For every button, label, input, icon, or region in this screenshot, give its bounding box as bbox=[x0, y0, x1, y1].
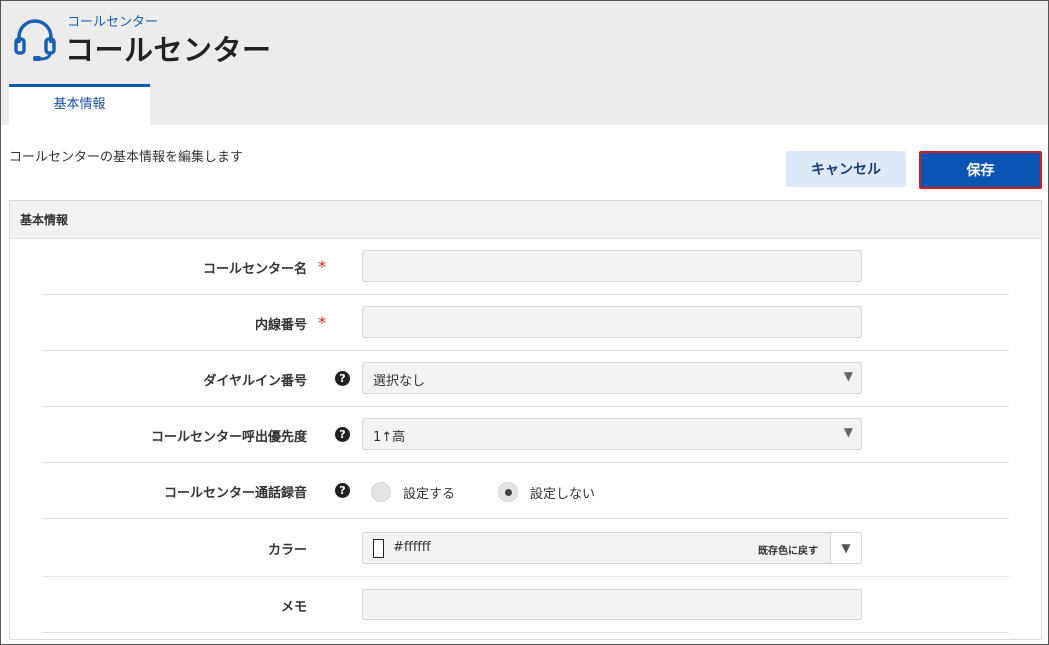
form-row-color: カラー #ffffff 既存色に戻す ▼ bbox=[43, 519, 1009, 577]
basic-info-panel: 基本情報 コールセンター名 * 内線番号 * ダイヤルイン番号 ? 選択なし ▼… bbox=[9, 200, 1042, 640]
caret-down-icon: ▼ bbox=[843, 425, 853, 439]
dial-in-label: ダイヤルイン番号 bbox=[203, 373, 307, 389]
dial-in-select[interactable]: 選択なし ▼ bbox=[362, 362, 862, 394]
reset-color-button[interactable]: 既存色に戻す bbox=[758, 542, 818, 557]
extension-label: 内線番号 bbox=[254, 317, 307, 333]
color-value: #ffffff bbox=[393, 540, 431, 555]
help-icon[interactable]: ? bbox=[335, 427, 350, 442]
panel-title: 基本情報 bbox=[10, 201, 1041, 239]
color-swatch[interactable] bbox=[373, 539, 384, 558]
page-header: コールセンター コールセンター 基本情報 bbox=[1, 1, 1048, 125]
priority-label: コールセンター呼出優先度 bbox=[150, 429, 307, 445]
radio-button[interactable] bbox=[371, 482, 391, 502]
color-picker[interactable]: #ffffff 既存色に戻す ▼ bbox=[362, 532, 862, 564]
dial-in-selected-value: 選択なし bbox=[373, 374, 426, 389]
memo-textarea[interactable] bbox=[362, 589, 862, 620]
page-title: コールセンター bbox=[65, 33, 272, 67]
memo-label: メモ bbox=[280, 599, 307, 615]
form-row-memo: メモ bbox=[43, 577, 1009, 633]
recording-option-on[interactable]: 設定する bbox=[371, 482, 455, 502]
cancel-button[interactable]: キャンセル bbox=[786, 151, 906, 187]
headset-icon bbox=[14, 19, 56, 61]
form-row-extension: 内線番号 * bbox=[43, 295, 1009, 351]
priority-select[interactable]: 1↑高 ▼ bbox=[362, 418, 862, 450]
radio-dot-icon bbox=[504, 488, 512, 496]
caret-down-icon: ▼ bbox=[843, 369, 853, 383]
recording-option-off-label: 設定しない bbox=[530, 486, 596, 502]
extension-input[interactable] bbox=[362, 306, 862, 338]
radio-button-selected[interactable] bbox=[498, 482, 518, 502]
recording-label: コールセンター通話録音 bbox=[163, 485, 307, 501]
recording-option-on-label: 設定する bbox=[403, 486, 456, 502]
form-row-callcenter-name: コールセンター名 * bbox=[43, 239, 1009, 295]
form-row-recording: コールセンター通話録音 ? 設定する 設定しない bbox=[43, 463, 1009, 519]
tab-basic-info[interactable]: 基本情報 bbox=[9, 84, 150, 125]
form-row-dial-in: ダイヤルイン番号 ? 選択なし ▼ bbox=[43, 351, 1009, 407]
recording-option-off[interactable]: 設定しない bbox=[498, 482, 595, 502]
help-icon[interactable]: ? bbox=[335, 371, 350, 386]
callcenter-name-input[interactable] bbox=[362, 250, 862, 282]
page-description: コールセンターの基本情報を編集します bbox=[9, 150, 244, 165]
callcenter-name-label: コールセンター名 bbox=[202, 261, 307, 277]
required-mark: * bbox=[318, 257, 326, 276]
form-row-priority: コールセンター呼出優先度 ? 1↑高 ▼ bbox=[43, 407, 1009, 463]
help-icon[interactable]: ? bbox=[335, 483, 350, 498]
save-button[interactable]: 保存 bbox=[919, 151, 1042, 189]
caret-down-icon[interactable]: ▼ bbox=[831, 533, 861, 563]
priority-selected-value: 1↑高 bbox=[373, 430, 406, 445]
required-mark: * bbox=[318, 313, 326, 332]
color-label: カラー bbox=[267, 542, 307, 558]
